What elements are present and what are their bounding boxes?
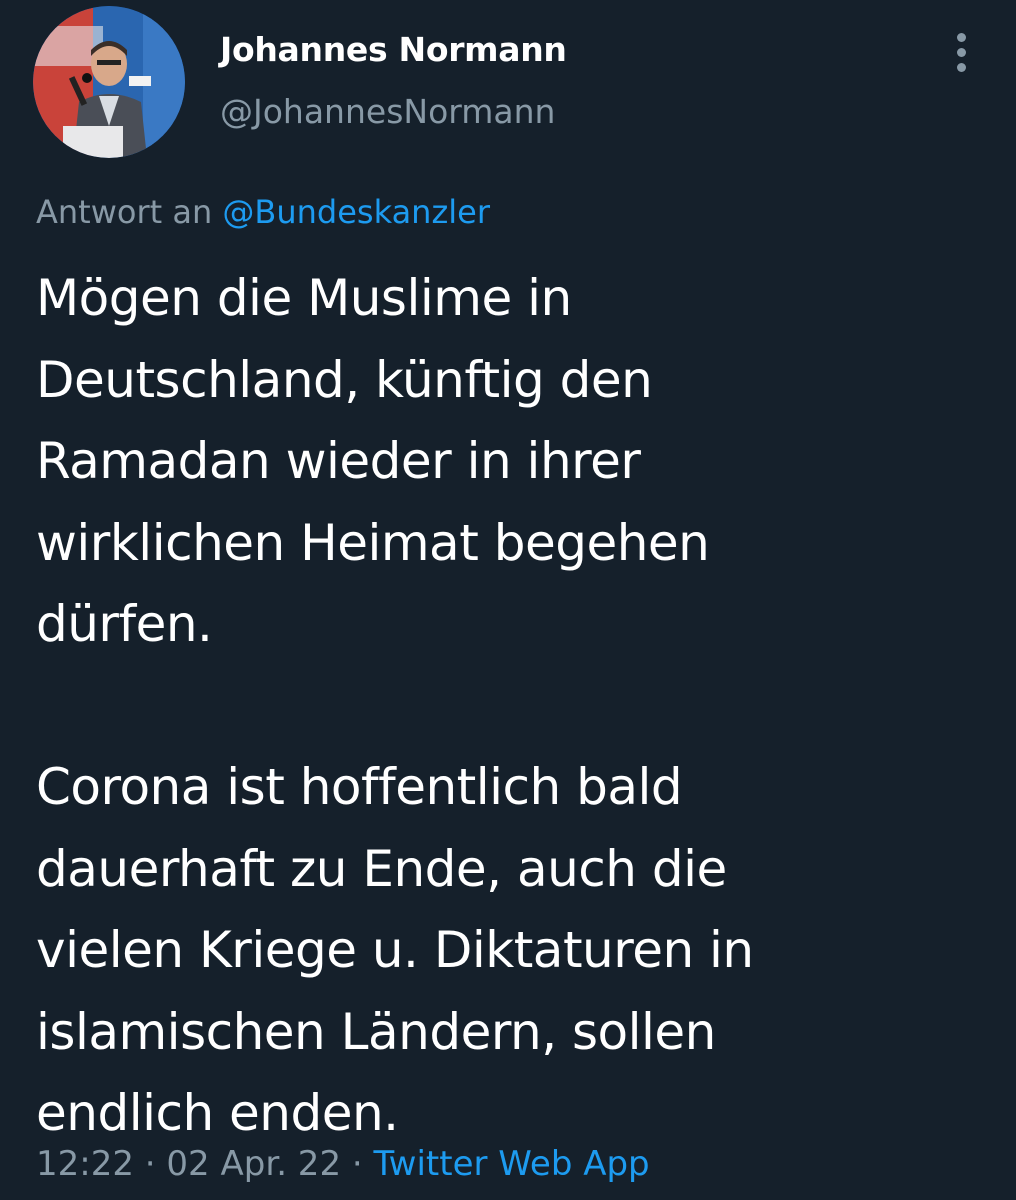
more-vertical-icon — [957, 48, 966, 57]
tweet-source-link[interactable]: Twitter Web App — [374, 1144, 650, 1184]
avatar[interactable] — [33, 6, 185, 158]
author-handle[interactable]: @JohannesNormann — [220, 92, 555, 131]
reply-prefix: Antwort an — [36, 193, 223, 231]
more-vertical-icon — [957, 63, 966, 72]
more-options-button[interactable] — [944, 30, 980, 74]
reply-to-line: Antwort an @Bundeskanzler — [36, 193, 490, 231]
tweet-text: Mögen die Muslime in Deutschland, künfti… — [36, 269, 754, 1142]
author-name[interactable]: Johannes Normann — [220, 30, 567, 69]
tweet-time[interactable]: 12:22 — [36, 1144, 134, 1184]
tweet-date[interactable]: 02 Apr. 22 — [166, 1144, 341, 1184]
tweet-meta: 12:22 · 02 Apr. 22 · Twitter Web App — [36, 1144, 650, 1184]
reply-mention-link[interactable]: @Bundeskanzler — [222, 193, 490, 231]
meta-separator: · — [133, 1144, 167, 1184]
more-vertical-icon — [957, 33, 966, 42]
tweet-detail: Johannes Normann @JohannesNormann Antwor… — [0, 0, 1016, 1200]
meta-separator: · — [341, 1144, 374, 1184]
avatar-photo-icon — [33, 6, 185, 158]
